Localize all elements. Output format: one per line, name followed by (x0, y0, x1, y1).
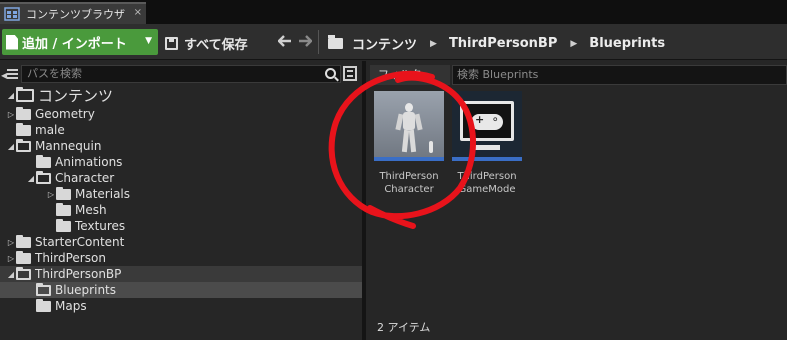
collapse-tree-icon[interactable]: ◀ (1, 67, 18, 81)
expanded-arrow-icon[interactable]: ◢ (26, 174, 36, 183)
folder-open-icon (16, 86, 34, 102)
tree-item-label: Animations (55, 155, 123, 169)
path-search-input[interactable]: パスを検索 (21, 65, 341, 83)
folder-icon (56, 202, 71, 216)
folder-open-icon (16, 266, 31, 280)
tree-item-label: Materials (75, 187, 131, 201)
folder-open-icon (16, 138, 31, 152)
breadcrumb: コンテンツ ▶ ThirdPersonBP ▶ Blueprints (328, 34, 665, 53)
toolbar: 追加 / インポート ▼ すべて保存 コンテンツ ▶ ThirdPersonBP… (0, 24, 787, 60)
tab-content-browser[interactable]: コンテンツブラウザ × (0, 2, 146, 24)
close-icon[interactable]: × (134, 7, 142, 18)
expanded-arrow-icon[interactable]: ◢ (6, 142, 16, 151)
folder-icon (36, 298, 51, 312)
tree-item-materials[interactable]: ▷ Materials (0, 186, 362, 202)
monitor-stand (474, 145, 500, 150)
toolbar-divider (318, 30, 319, 54)
tree-item-maps[interactable]: Maps (0, 298, 362, 314)
folder-icon (36, 154, 51, 168)
asset-label: ThirdPerson Character (379, 171, 439, 195)
tree-item-geometry[interactable]: ▷ Geometry (0, 106, 362, 122)
collapsed-arrow-icon[interactable]: ▷ (6, 238, 16, 247)
tree-item-label: Mesh (75, 203, 107, 217)
breadcrumb-item-content[interactable]: コンテンツ (352, 34, 417, 53)
tree-item-animations[interactable]: Animations (0, 154, 362, 170)
collapsed-arrow-icon[interactable]: ▷ (46, 190, 56, 199)
tree-item-label: Geometry (35, 107, 95, 121)
tab-title: コンテンツブラウザ (26, 8, 125, 21)
folder-icon (328, 35, 343, 49)
asset-thumbnail (452, 91, 522, 161)
expanded-arrow-icon[interactable]: ◢ (6, 91, 16, 100)
chevron-right-icon[interactable]: ▶ (570, 39, 577, 49)
scale-figure-icon (429, 141, 433, 153)
sources-panel: ◀ パスを検索 ◢ コンテンツ ▷ Geometry male ◢ Mannequin Ani… (0, 61, 365, 340)
tree-item-character[interactable]: ◢ Character (0, 170, 362, 186)
tree-item-blueprints[interactable]: Blueprints (0, 282, 362, 298)
asset-tile-thirdperson-character[interactable]: ThirdPerson Character (374, 91, 444, 196)
tree-item-male[interactable]: male (0, 122, 362, 138)
save-all-button[interactable]: すべて保存 (165, 34, 248, 53)
add-import-button[interactable]: 追加 / インポート ▼ (2, 29, 158, 55)
tree-item-label: Textures (75, 219, 126, 233)
path-search-placeholder: パスを検索 (27, 67, 82, 80)
search-icon[interactable] (325, 68, 336, 79)
filter-button[interactable]: フィルタ (370, 65, 450, 85)
content-browser-window: コンテンツブラウザ × 追加 / インポート ▼ すべて保存 コンテンツ ▶ T… (0, 0, 787, 340)
folder-open-icon (36, 170, 51, 184)
asset-label: ThirdPerson GameMode (457, 171, 517, 195)
gamepad-icon (471, 112, 503, 130)
tree-item-label: ThirdPerson (35, 251, 106, 265)
tree-item-mannequin[interactable]: ◢ Mannequin (0, 138, 362, 154)
tree-item-label: コンテンツ (38, 86, 114, 105)
asset-type-bar (452, 157, 522, 161)
new-document-icon (6, 34, 18, 50)
asset-search-input[interactable]: 検索 Blueprints (452, 65, 787, 85)
tree-item-label: Maps (55, 299, 87, 313)
tree-item-label: Blueprints (55, 283, 117, 297)
folder-icon (16, 122, 31, 136)
path-search-row: ◀ パスを検索 (0, 65, 362, 83)
asset-panel: フィルタ 検索 Blueprints ThirdPerson Character (366, 61, 787, 340)
character-mannequin-icon (395, 103, 423, 153)
chevron-right-icon[interactable]: ▶ (430, 39, 437, 49)
add-import-label: 追加 / インポート (22, 36, 127, 52)
expanded-arrow-icon[interactable]: ◢ (6, 270, 16, 279)
folder-icon (16, 234, 31, 248)
tree-item-thirdperson[interactable]: ▷ ThirdPerson (0, 250, 362, 266)
folder-icon (16, 106, 31, 120)
tree-item-コンテンツ[interactable]: ◢ コンテンツ (0, 85, 362, 105)
breadcrumb-item-thirdpersonbp[interactable]: ThirdPersonBP (449, 36, 557, 51)
folder-icon (56, 186, 71, 200)
content-browser-icon (4, 7, 20, 21)
asset-type-bar (374, 157, 444, 161)
tree-item-thirdpersonbp[interactable]: ◢ ThirdPersonBP (0, 266, 362, 282)
tree-item-startercontent[interactable]: ▷ StarterContent (0, 234, 362, 250)
tree-item-textures[interactable]: Textures (0, 218, 362, 234)
tree-item-label: ThirdPersonBP (35, 267, 122, 281)
asset-thumbnail (374, 91, 444, 161)
tree-item-mesh[interactable]: Mesh (0, 202, 362, 218)
forward-arrow-icon[interactable] (298, 33, 313, 51)
tree-item-label: Mannequin (35, 139, 102, 153)
tree-item-label: male (35, 123, 65, 137)
tab-strip: コンテンツブラウザ × (0, 0, 787, 24)
folder-icon (56, 218, 71, 232)
asset-tile-thirdperson-gamemode[interactable]: ThirdPerson GameMode (452, 91, 522, 196)
folder-open-icon (36, 282, 51, 296)
collapsed-arrow-icon[interactable]: ▷ (6, 110, 16, 119)
monitor-icon (460, 101, 514, 141)
chevron-down-icon: ▼ (145, 36, 152, 46)
folder-icon (16, 250, 31, 264)
tree-item-label: Character (55, 171, 115, 185)
view-options-icon[interactable] (343, 66, 357, 81)
save-all-label: すべて保存 (184, 38, 248, 53)
collapsed-arrow-icon[interactable]: ▷ (6, 254, 16, 263)
back-arrow-icon[interactable] (277, 33, 292, 51)
tree-item-label: StarterContent (35, 235, 125, 249)
item-count: 2 アイテム (377, 321, 431, 334)
breadcrumb-item-blueprints[interactable]: Blueprints (589, 36, 665, 51)
save-icon (165, 37, 178, 50)
